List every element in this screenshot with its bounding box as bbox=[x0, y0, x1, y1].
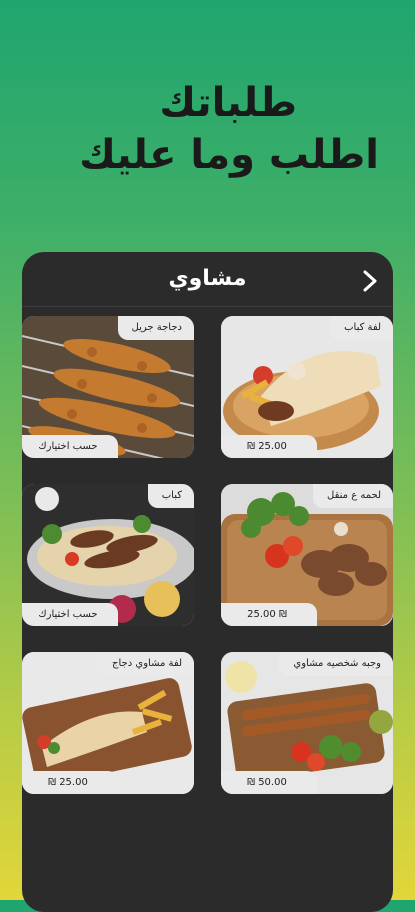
item-name: وجبه شخصيه مشاوي bbox=[279, 652, 393, 676]
item-name: كباب bbox=[147, 484, 194, 508]
item-name: دجاجة جريل bbox=[117, 316, 194, 340]
menu-item-card[interactable]: دجاجة جريل حسب اختيارك bbox=[22, 316, 194, 458]
page-title: مشاوي bbox=[168, 266, 247, 291]
item-name: لفة كباب bbox=[330, 316, 393, 340]
item-price: حسب اختيارك bbox=[22, 603, 118, 626]
item-name: لفة مشاوي دجاج bbox=[98, 652, 194, 676]
item-price: ₪ 25.00 bbox=[221, 603, 317, 626]
menu-item-card[interactable]: لحمه ع منقل ₪ 25.00 bbox=[221, 484, 393, 626]
item-price: 50.00 ₪ bbox=[221, 771, 317, 794]
app-screen: مشاوي لفة كباب 25.00 ₪ دجاجة جريل حسب اخ… bbox=[22, 252, 393, 912]
item-price: 25.00 ₪ bbox=[221, 435, 317, 458]
headline-line-1: طلباتك bbox=[159, 80, 297, 126]
menu-item-card[interactable]: وجبه شخصيه مشاوي 50.00 ₪ bbox=[221, 652, 393, 794]
menu-item-card[interactable]: لفة مشاوي دجاج 25.00 ₪ bbox=[22, 652, 194, 794]
header-divider bbox=[22, 306, 393, 307]
menu-item-card[interactable]: كباب حسب اختيارك bbox=[22, 484, 194, 626]
item-price: 25.00 ₪ bbox=[22, 771, 118, 794]
chevron-right-icon[interactable] bbox=[357, 266, 383, 296]
item-price: حسب اختيارك bbox=[22, 435, 118, 458]
item-name: لحمه ع منقل bbox=[313, 484, 393, 508]
headline-line-2: اطلب وما عليك bbox=[79, 132, 379, 178]
menu-item-card[interactable]: لفة كباب 25.00 ₪ bbox=[221, 316, 393, 458]
